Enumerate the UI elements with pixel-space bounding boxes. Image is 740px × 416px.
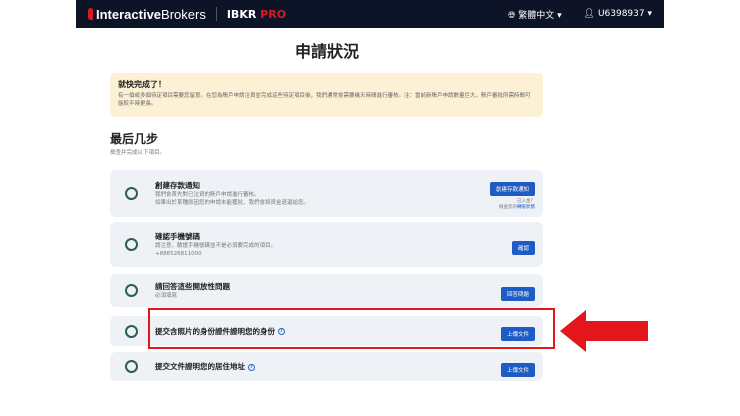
confirm-button[interactable]: 確認	[511, 240, 535, 255]
user-menu[interactable]: 👤︎ U6398937 ▾	[584, 9, 652, 19]
highlight-box	[148, 308, 555, 349]
globe-icon: 🌐︎	[508, 10, 516, 21]
product-name: IBKR PRO	[227, 8, 286, 21]
step-desc: 必須填寫	[155, 293, 178, 299]
user-icon: 👤︎	[583, 9, 596, 19]
answer-questions-button[interactable]: 回答問題	[500, 286, 535, 301]
product-label: IBKR	[226, 7, 257, 21]
language-label: 繁體中文	[518, 10, 555, 21]
product-accent: PRO	[260, 7, 287, 21]
transfer-status-link[interactable]: 轉帳狀態	[517, 205, 535, 210]
red-arrow-icon	[560, 310, 648, 352]
divider	[215, 7, 217, 21]
step-deposit-notice: 創建存款通知 我們會首先對已注資的賬戶申請進行審核。 如果出於某種原因您的申請未…	[110, 170, 543, 217]
upload-address-button[interactable]: 上傳文件	[500, 362, 535, 377]
help-icon[interactable]: ?	[248, 363, 255, 371]
ib-logo[interactable]: Interactive Brokers	[88, 7, 206, 22]
step-desc: 請注意，驗證手機號碼並不是必須要完成的項目。	[155, 243, 277, 249]
step-questions: 請回答這些開放性問題 必須填寫 回答問題	[110, 274, 543, 307]
status-circle-icon	[125, 360, 138, 373]
step-desc: 我們會首先對已注資的賬戶申請進行審核。	[155, 192, 260, 198]
page-title: 申請狀況	[294, 42, 359, 61]
user-id: U6398937	[597, 9, 645, 19]
flame-icon	[88, 8, 93, 20]
top-nav: Interactive Brokers IBKR PRO 🌐︎ 繁體中文 ▾ 👤︎…	[76, 0, 664, 28]
language-selector[interactable]: 🌐︎ 繁體中文 ▾	[508, 8, 561, 21]
notice-text: 有一個或多個待定項目需要您留意。在您為賬戶申請注資並完成這些待定項目後，我們通常…	[118, 93, 531, 107]
notice-title: 就快完成了！	[118, 80, 166, 89]
status-circle-icon	[125, 238, 138, 251]
step-address-proof: 提交文件證明您的居住地址? 上傳文件	[110, 352, 543, 381]
step-title: 確認手機號碼	[155, 232, 200, 241]
logo-light: Brokers	[161, 6, 206, 22]
notice-banner: 就快完成了！ 有一個或多個待定項目需要您留意。在您為賬戶申請注資並完成這些待定項…	[110, 73, 543, 117]
create-deposit-notice-button[interactable]: 創建存款通知	[489, 182, 535, 196]
phone-number: +886526811000	[155, 251, 202, 257]
step-title: 提交文件證明您的居住地址	[155, 362, 245, 371]
status-circle-icon	[125, 324, 138, 338]
step-desc: 如果出於某種原因您的申請未能獲批，我們會將資金退還給您。	[155, 200, 310, 206]
step-title: 創建存款通知	[155, 181, 200, 190]
status-circle-icon	[125, 284, 138, 297]
deposit-note-prefix: 檢查您的	[499, 205, 517, 210]
step-confirm-phone: 確認手機號碼 請注意，驗證手機號碼並不是必須要完成的項目。 +886526811…	[110, 222, 543, 267]
steps-heading: 最后几步	[110, 132, 159, 146]
steps-subheading: 檢查并完成以下項目。	[110, 150, 166, 156]
logo-bold: Interactive	[96, 6, 162, 22]
step-title: 請回答這些開放性問題	[155, 282, 230, 291]
status-circle-icon	[125, 187, 138, 200]
